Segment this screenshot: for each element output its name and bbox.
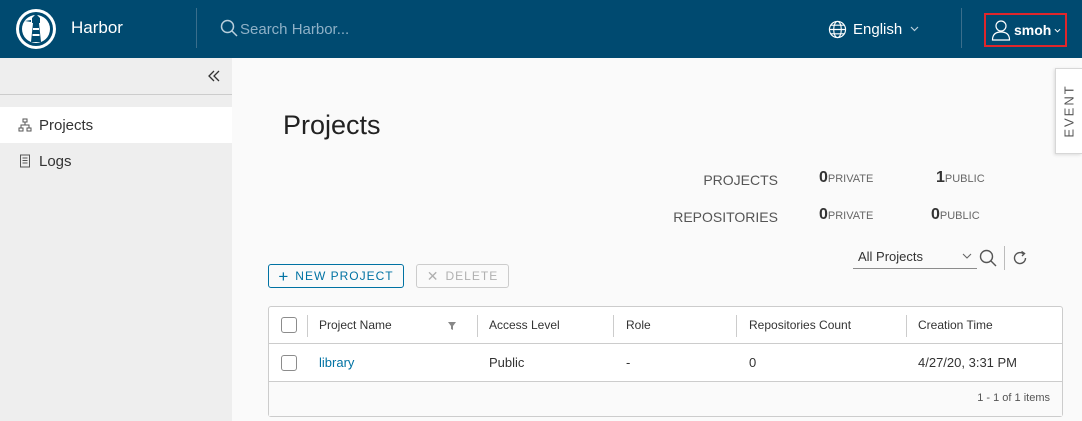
projects-private-count: 0PRIVATE (819, 169, 873, 187)
new-project-button[interactable]: + NEW PROJECT (268, 264, 404, 288)
global-search[interactable] (220, 18, 520, 40)
language-selector[interactable]: English (828, 17, 919, 41)
stat-unit: PUBLIC (944, 173, 985, 185)
column-divider (906, 315, 907, 337)
column-divider (477, 315, 478, 337)
chevron-down-icon (962, 253, 972, 259)
column-divider (736, 315, 737, 337)
button-label: DELETE (445, 269, 499, 283)
header-divider (196, 8, 197, 48)
select-all-checkbox[interactable] (281, 317, 297, 333)
stat-unit: PUBLIC (939, 210, 980, 222)
close-icon: ✕ (426, 268, 440, 284)
toolbar-divider (1004, 246, 1005, 270)
chevron-down-icon (910, 26, 919, 32)
projects-public-count: 1PUBLIC (936, 169, 985, 187)
project-filter-select[interactable]: All Projects (853, 247, 977, 269)
stat-value: 1 (936, 169, 945, 186)
button-label: NEW PROJECT (295, 269, 394, 283)
header-divider (961, 8, 962, 48)
column-header-access-level[interactable]: Access Level (489, 307, 560, 343)
search-icon[interactable] (979, 249, 997, 267)
column-divider (307, 315, 308, 337)
column-header-role[interactable]: Role (626, 307, 651, 343)
refresh-icon[interactable] (1012, 250, 1028, 266)
column-header-repositories-count[interactable]: Repositories Count (749, 307, 851, 343)
plus-icon: + (278, 266, 290, 286)
page-title: Projects (283, 110, 381, 140)
role-cell: - (626, 355, 631, 370)
projects-tree-icon (18, 118, 32, 132)
event-tab-label: EVENT (1061, 84, 1077, 138)
column-header-project-name[interactable]: Project Name (319, 307, 392, 343)
filter-value: All Projects (858, 249, 924, 264)
sidebar-item-label: Logs (39, 152, 72, 170)
creation-time-cell: 4/27/20, 3:31 PM (918, 355, 1018, 370)
repositories-stat-label: REPOSITORIES (673, 209, 778, 225)
row-checkbox[interactable] (281, 354, 297, 371)
select-all-cell (281, 307, 297, 343)
repo-count-cell: 0 (749, 355, 757, 370)
stat-unit: PRIVATE (827, 173, 874, 185)
table-footer: 1 - 1 of 1 items (269, 382, 1062, 416)
top-navbar: Harbor English smoh (0, 0, 1082, 58)
table-header: Project Name Access Level Role Repositor… (269, 307, 1062, 344)
language-label: English (853, 20, 903, 38)
app-title[interactable]: Harbor (71, 18, 123, 38)
pagination-summary: 1 - 1 of 1 items (977, 392, 1050, 404)
row-select-cell (281, 344, 297, 381)
projects-stat-label: PROJECTS (703, 172, 778, 188)
column-header-creation-time[interactable]: Creation Time (918, 307, 993, 343)
sidebar-item-projects[interactable]: Projects (0, 107, 232, 143)
event-tab[interactable]: EVENT (1055, 68, 1082, 154)
search-icon (220, 19, 238, 37)
sidebar: Projects Logs (0, 58, 232, 421)
user-icon (991, 20, 1011, 41)
user-menu[interactable]: smoh (984, 13, 1067, 47)
globe-icon (828, 20, 847, 38)
chevron-down-icon (1054, 28, 1061, 33)
project-name-link[interactable]: library (319, 344, 354, 381)
column-divider (613, 315, 614, 337)
search-input[interactable] (240, 18, 500, 40)
sidebar-item-label: Projects (39, 116, 94, 134)
double-chevron-left-icon[interactable] (206, 68, 222, 84)
stat-value: 0 (819, 169, 828, 186)
sidebar-item-logs[interactable]: Logs (0, 143, 232, 179)
table-row: library Public - 0 4/27/20, 3:31 PM (269, 344, 1062, 382)
stat-value: 0 (931, 206, 940, 223)
logs-document-icon (20, 154, 30, 168)
sidebar-collapse-bar (0, 58, 232, 95)
harbor-logo[interactable] (16, 9, 56, 49)
repos-public-count: 0PUBLIC (931, 206, 980, 224)
repos-private-count: 0PRIVATE (819, 206, 873, 224)
username-label: smoh (1014, 22, 1052, 38)
delete-button[interactable]: ✕ DELETE (416, 264, 509, 288)
stat-value: 0 (819, 206, 828, 223)
projects-table: Project Name Access Level Role Repositor… (268, 306, 1063, 417)
access-level-cell: Public (489, 355, 525, 370)
stat-unit: PRIVATE (827, 210, 874, 222)
filter-icon[interactable] (447, 321, 457, 331)
